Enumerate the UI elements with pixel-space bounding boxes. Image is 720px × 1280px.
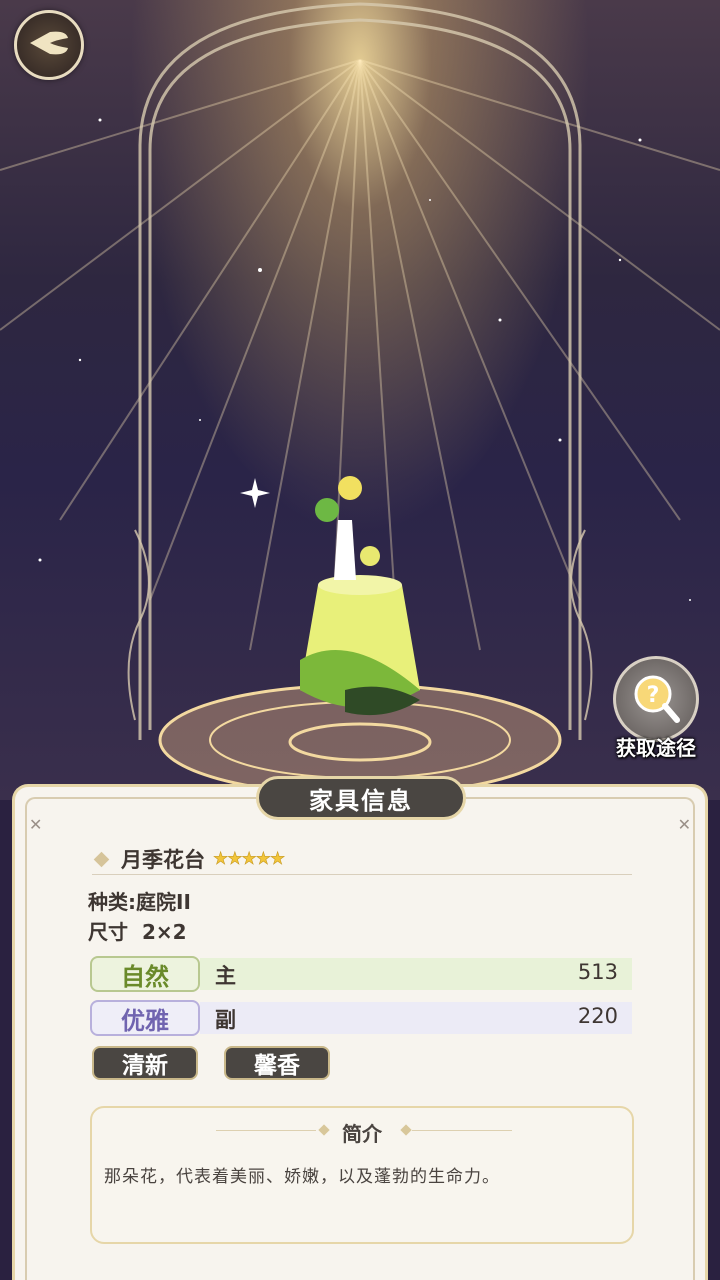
wing-back-icon <box>26 28 72 62</box>
intro-text: 那朵花，代表着美丽、娇嫩，以及蓬勃的生命力。 <box>104 1167 500 1187</box>
attribute-row-secondary: 优雅 副 220 <box>90 1000 632 1036</box>
attribute-value: 220 <box>577 1004 618 1028</box>
svg-text:?: ? <box>647 683 660 708</box>
corner-ornament-icon: ✕ <box>29 815 43 834</box>
magnifier-question-icon: ? <box>613 656 699 742</box>
acquire-source-button[interactable]: ? 获取途径 <box>608 656 704 766</box>
category-row: 种类:庭院II <box>88 886 191 915</box>
divider <box>412 1130 512 1131</box>
panel-title: 家具信息 <box>256 776 466 820</box>
style-tag: 馨香 <box>224 1046 330 1080</box>
attribute-bar <box>200 958 632 990</box>
attribute-row-primary: 自然 主 513 <box>90 956 632 992</box>
corner-ornament-icon: ✕ <box>677 815 691 834</box>
attribute-type: 副 <box>215 1008 236 1032</box>
category-label: 种类: <box>88 890 136 914</box>
category-value: 庭院II <box>136 890 191 914</box>
diamond-bullet-icon <box>93 851 110 867</box>
size-label: 尺寸 <box>88 920 128 944</box>
attribute-tag: 自然 <box>90 956 200 992</box>
intro-box: 简介 那朵花，代表着美丽、娇嫩，以及蓬勃的生命力。 <box>90 1106 634 1244</box>
back-button[interactable] <box>14 10 84 80</box>
size-value: 2×2 <box>142 920 187 944</box>
item-name-row: 月季花台 ★★★★★ <box>92 844 632 875</box>
attribute-tag: 优雅 <box>90 1000 200 1036</box>
intro-title: 简介 <box>342 1122 382 1146</box>
size-row: 尺寸 2×2 <box>88 916 187 945</box>
attribute-value: 513 <box>577 960 618 984</box>
attribute-bar <box>200 1002 632 1034</box>
acquire-source-label: 获取途径 <box>616 736 696 760</box>
star-rating: ★★★★★ <box>213 849 286 870</box>
item-name: 月季花台 <box>121 848 205 872</box>
attribute-type: 主 <box>215 964 236 988</box>
style-tag: 清新 <box>92 1046 198 1080</box>
